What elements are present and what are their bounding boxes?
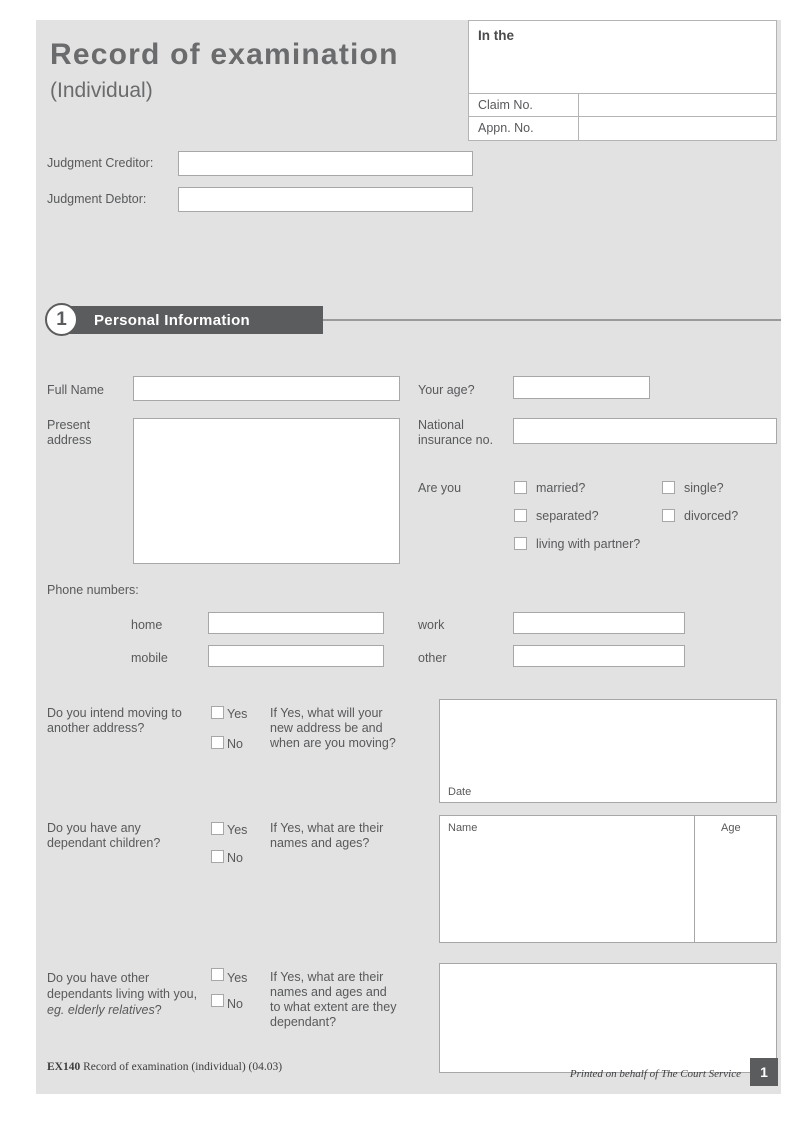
- question-dependants-no-label: No: [227, 997, 243, 1011]
- checkbox-single[interactable]: [662, 481, 675, 494]
- question-dependants-line3-italic: eg. elderly relatives: [47, 1003, 155, 1017]
- question-dependants-text: Do you have other dependants living with …: [47, 970, 232, 1018]
- question-children-answer-table[interactable]: [439, 815, 777, 943]
- claim-no-label: Claim No.: [469, 94, 579, 116]
- present-address-input[interactable]: [133, 418, 400, 564]
- judgment-debtor-label: Judgment Debtor:: [47, 192, 147, 206]
- phone-other-label: other: [418, 651, 447, 665]
- checkbox-divorced-label: divorced?: [684, 509, 739, 523]
- national-insurance-label: National insurance no.: [418, 418, 494, 447]
- section-1-number: 1: [45, 303, 78, 336]
- children-table-col-age: Age: [721, 822, 741, 834]
- question-dependants-prompt: If Yes, what are their names and ages an…: [270, 970, 397, 1029]
- footer-form-code: EX140 Record of examination (individual)…: [47, 1061, 282, 1073]
- footer-description: Record of examination (individual) (04.0…: [83, 1061, 283, 1073]
- judgment-creditor-input[interactable]: [178, 151, 473, 176]
- court-details-box: In the Claim No. Appn. No.: [468, 20, 777, 141]
- page-number-badge: 1: [750, 1058, 778, 1086]
- question-dependants-yes-checkbox[interactable]: [211, 968, 224, 981]
- checkbox-single-label: single?: [684, 481, 724, 495]
- footer-code: EX140: [47, 1061, 81, 1073]
- claim-no-row: Claim No.: [469, 94, 776, 117]
- children-table-col-name: Name: [448, 822, 478, 834]
- question-children-prompt: If Yes, what are their names and ages?: [270, 821, 384, 850]
- question-moving-text: Do you intend moving to another address?: [47, 706, 182, 735]
- section-1-title: Personal Information: [94, 312, 251, 329]
- question-children-text: Do you have any dependant children?: [47, 821, 161, 850]
- appn-no-row: Appn. No.: [469, 117, 776, 140]
- checkbox-living-with-partner-label: living with partner?: [536, 537, 641, 551]
- question-dependants-line2: dependants living with you,: [47, 987, 198, 1001]
- question-dependants-no-checkbox[interactable]: [211, 994, 224, 1007]
- question-moving-yes-label: Yes: [227, 707, 248, 721]
- question-moving-date-label: Date: [448, 786, 472, 798]
- section-1-rule: [323, 319, 781, 321]
- page-subtitle: (Individual): [50, 79, 153, 102]
- question-moving-no-checkbox[interactable]: [211, 736, 224, 749]
- question-moving-no-label: No: [227, 737, 243, 751]
- footer-printed-by: Printed on behalf of The Court Service: [569, 1068, 741, 1080]
- checkbox-divorced[interactable]: [662, 509, 675, 522]
- phone-home-input[interactable]: [208, 612, 384, 634]
- children-table-divider: [694, 815, 695, 943]
- phone-mobile-input[interactable]: [208, 645, 384, 667]
- national-insurance-input[interactable]: [513, 418, 777, 444]
- question-dependants-line1: Do you have other: [47, 971, 150, 985]
- in-the-label[interactable]: In the: [469, 21, 776, 94]
- page-title: Record of examination: [50, 38, 399, 71]
- checkbox-married-label: married?: [536, 481, 586, 495]
- question-children-yes-checkbox[interactable]: [211, 822, 224, 835]
- phone-mobile-label: mobile: [131, 651, 168, 665]
- present-address-label: Present address: [47, 418, 92, 447]
- age-input[interactable]: [513, 376, 650, 399]
- appn-no-label: Appn. No.: [469, 117, 579, 140]
- claim-no-field[interactable]: [579, 94, 776, 116]
- question-children-no-checkbox[interactable]: [211, 850, 224, 863]
- form-page: Record of examination (Individual) In th…: [36, 20, 781, 1094]
- full-name-input[interactable]: [133, 376, 400, 401]
- checkbox-living-with-partner[interactable]: [514, 537, 527, 550]
- checkbox-married[interactable]: [514, 481, 527, 494]
- question-dependants-yes-label: Yes: [227, 971, 248, 985]
- appn-no-field[interactable]: [579, 117, 776, 140]
- phone-home-label: home: [131, 618, 163, 632]
- are-you-label: Are you: [418, 481, 462, 495]
- phone-other-input[interactable]: [513, 645, 685, 667]
- age-label: Your age?: [418, 383, 475, 397]
- judgment-debtor-input[interactable]: [178, 187, 473, 212]
- full-name-label: Full Name: [47, 383, 104, 397]
- question-moving-yes-checkbox[interactable]: [211, 706, 224, 719]
- question-moving-answer[interactable]: [439, 699, 777, 803]
- question-children-yes-label: Yes: [227, 823, 248, 837]
- question-dependants-answer[interactable]: [439, 963, 777, 1073]
- phone-work-input[interactable]: [513, 612, 685, 634]
- checkbox-separated-label: separated?: [536, 509, 599, 523]
- question-moving-prompt: If Yes, what will your new address be an…: [270, 706, 396, 750]
- question-dependants-line3-tail: ?: [154, 1003, 162, 1017]
- judgment-creditor-label: Judgment Creditor:: [47, 156, 154, 170]
- question-children-no-label: No: [227, 851, 243, 865]
- phone-work-label: work: [418, 618, 445, 632]
- checkbox-separated[interactable]: [514, 509, 527, 522]
- phone-numbers-heading: Phone numbers:: [47, 583, 139, 597]
